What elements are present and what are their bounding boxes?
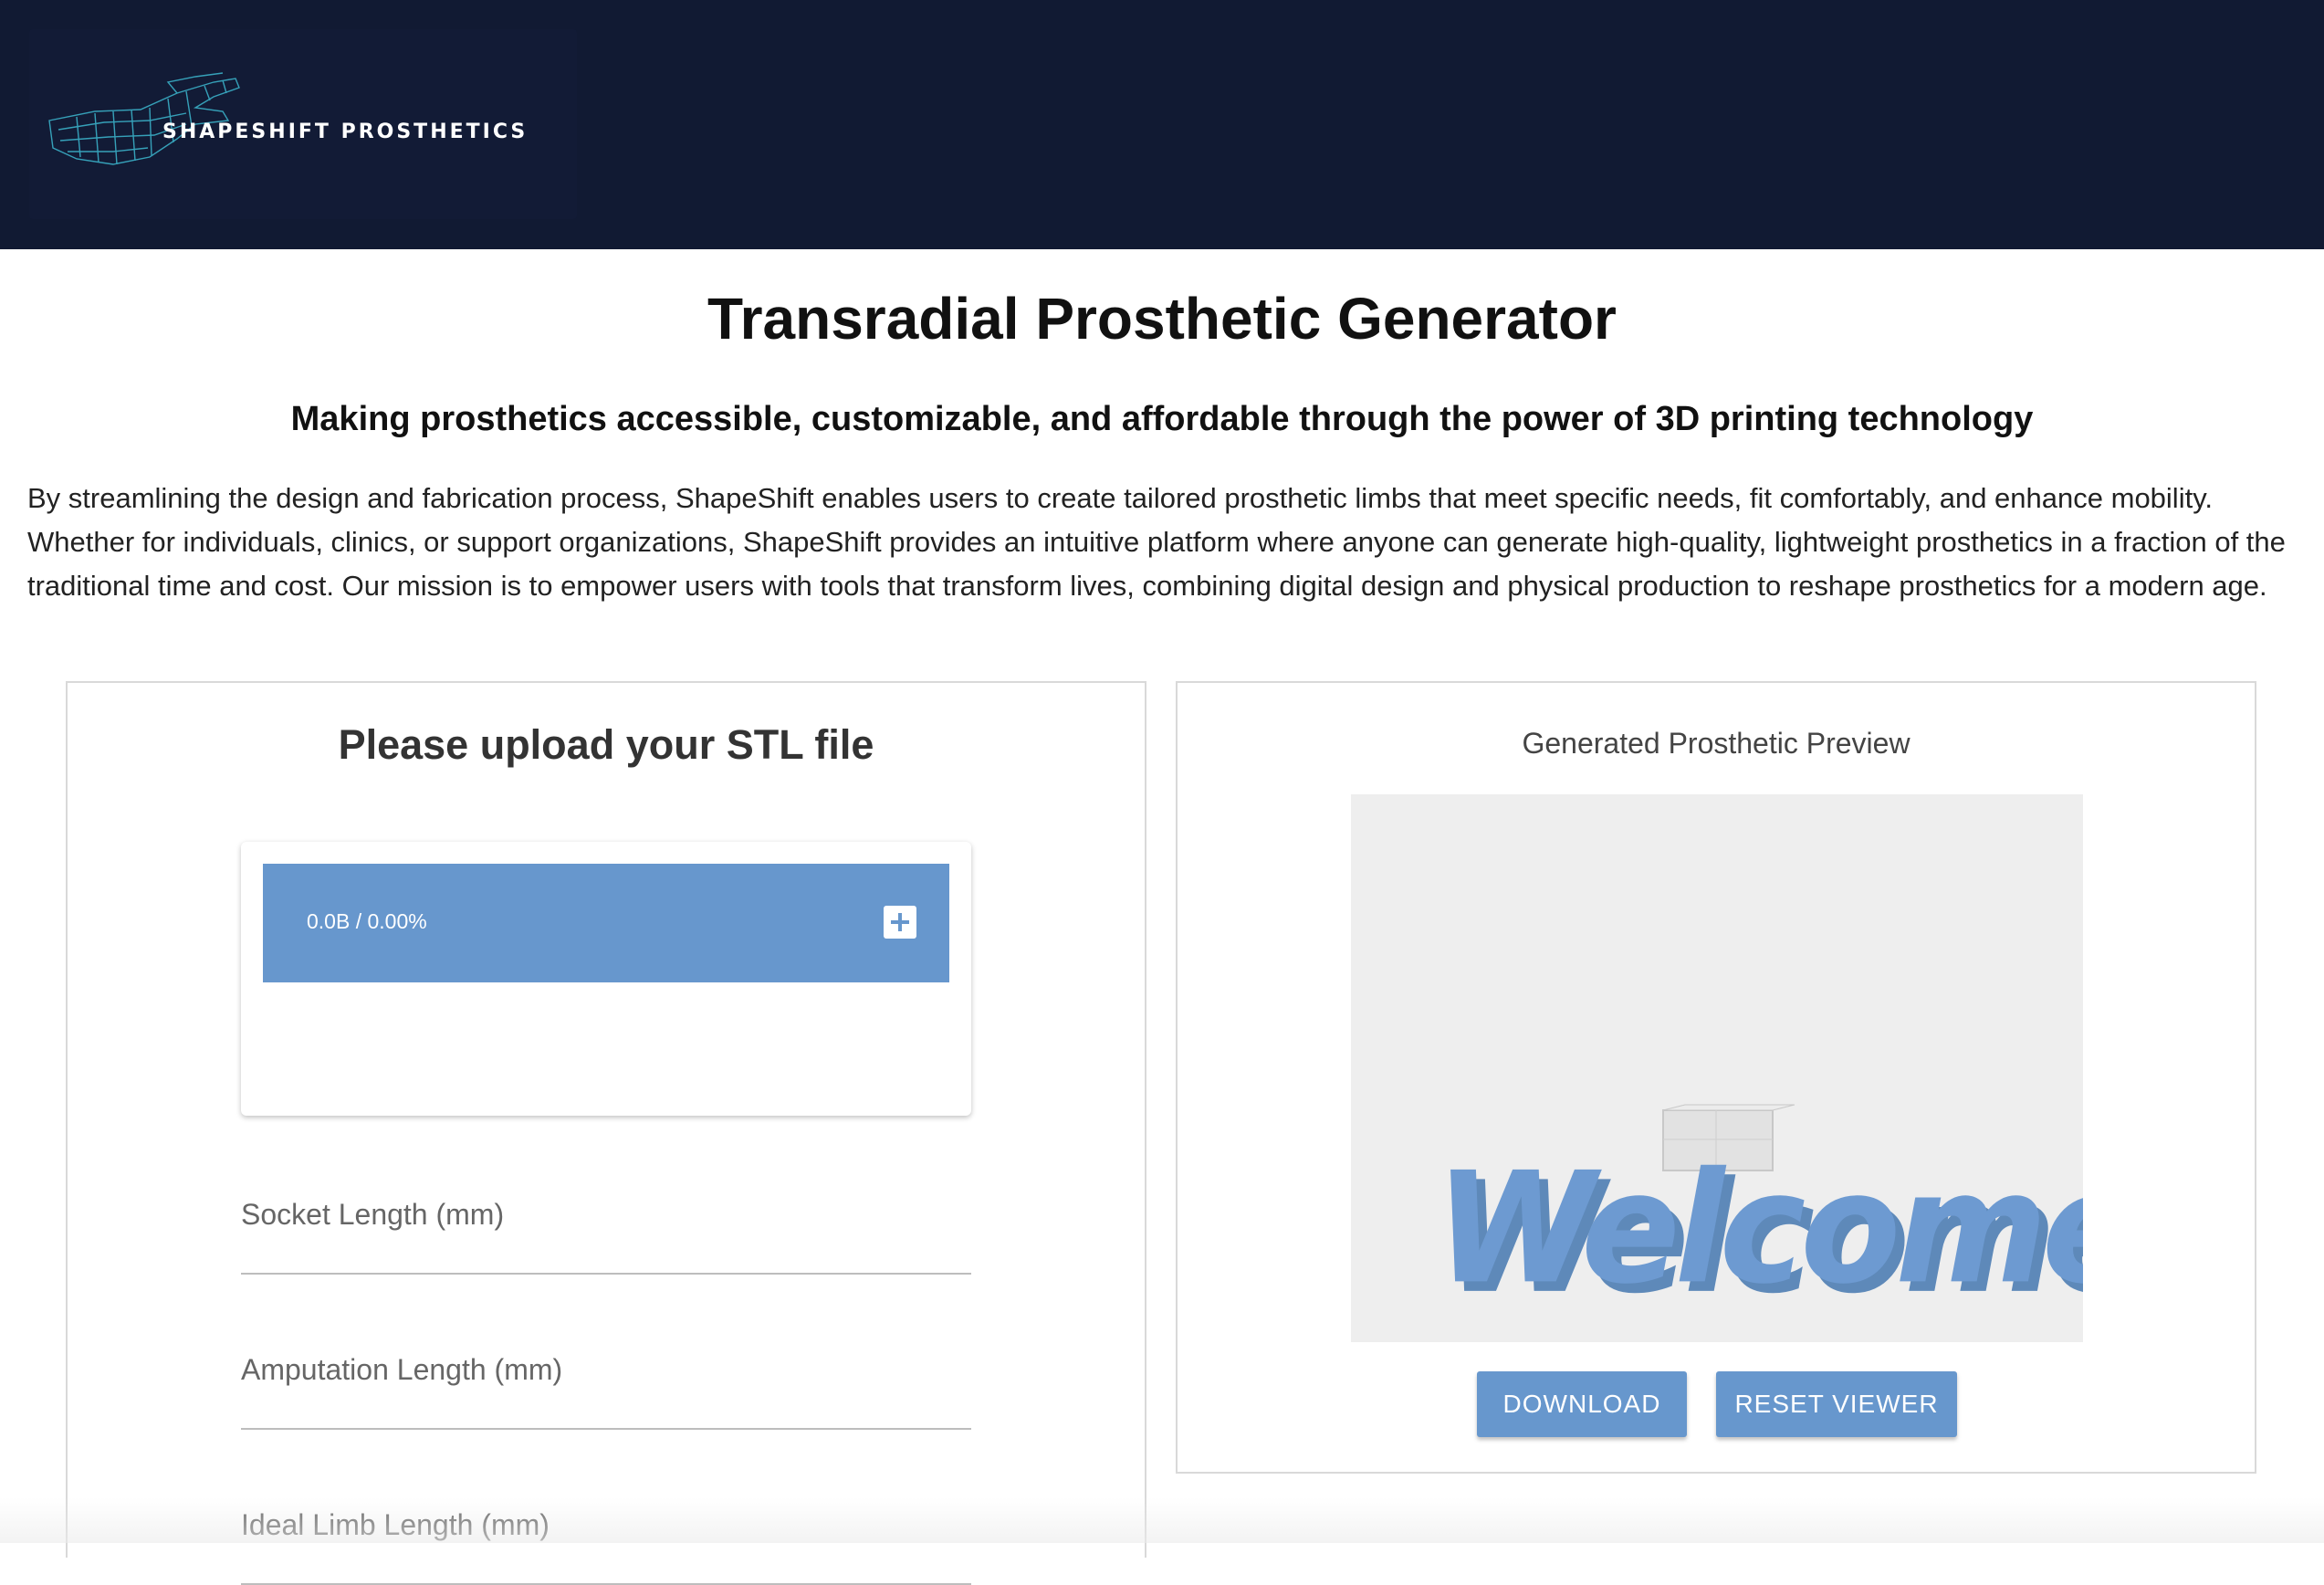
socket-length-input[interactable] [241, 1236, 971, 1269]
preview-title: Generated Prosthetic Preview [1522, 727, 1910, 760]
page-title: Transradial Prosthetic Generator [707, 286, 1617, 352]
ideal-limb-length-input[interactable] [241, 1547, 971, 1580]
3d-viewer[interactable]: Welcome! Welcome! [1351, 794, 2083, 1342]
logo[interactable]: SHAPESHIFT PROSTHETICS [29, 29, 577, 219]
preview-panel: Generated Prosthetic Preview Welcome! We… [1176, 681, 2256, 1474]
upload-progress-bar[interactable]: 0.0B / 0.00% [263, 864, 949, 982]
amputation-length-label: Amputation Length (mm) [241, 1353, 563, 1386]
site-header: SHAPESHIFT PROSTHETICS [0, 0, 2324, 249]
upload-panel: Please upload your STL file 0.0B / 0.00%… [66, 681, 1146, 1585]
add-file-icon[interactable] [884, 906, 916, 939]
welcome-text: Welcome! [1435, 1139, 2083, 1318]
amputation-length-input[interactable] [241, 1391, 971, 1424]
amputation-length-field[interactable]: Amputation Length (mm) [241, 1353, 971, 1430]
wireframe-hand-icon [48, 72, 240, 165]
intro-paragraph: By streamlining the design and fabricati… [27, 482, 2286, 602]
download-button[interactable]: DOWNLOAD [1477, 1371, 1687, 1437]
upload-progress-text: 0.0B / 0.00% [307, 909, 427, 933]
logo-text: SHAPESHIFT PROSTHETICS [162, 121, 529, 143]
socket-length-field[interactable]: Socket Length (mm) [241, 1198, 971, 1275]
page-subtitle: Making prosthetics accessible, customiza… [290, 400, 2034, 438]
viewer-canvas[interactable]: Welcome! Welcome! [1351, 794, 2083, 1342]
file-dropzone[interactable]: 0.0B / 0.00% [241, 842, 971, 1116]
reset-viewer-button[interactable]: RESET VIEWER [1716, 1371, 1957, 1437]
upload-title: Please upload your STL file [338, 721, 874, 768]
ideal-limb-length-field[interactable]: Ideal Limb Length (mm) [241, 1508, 971, 1585]
ideal-limb-length-label: Ideal Limb Length (mm) [241, 1508, 550, 1541]
socket-length-label: Socket Length (mm) [241, 1198, 505, 1231]
